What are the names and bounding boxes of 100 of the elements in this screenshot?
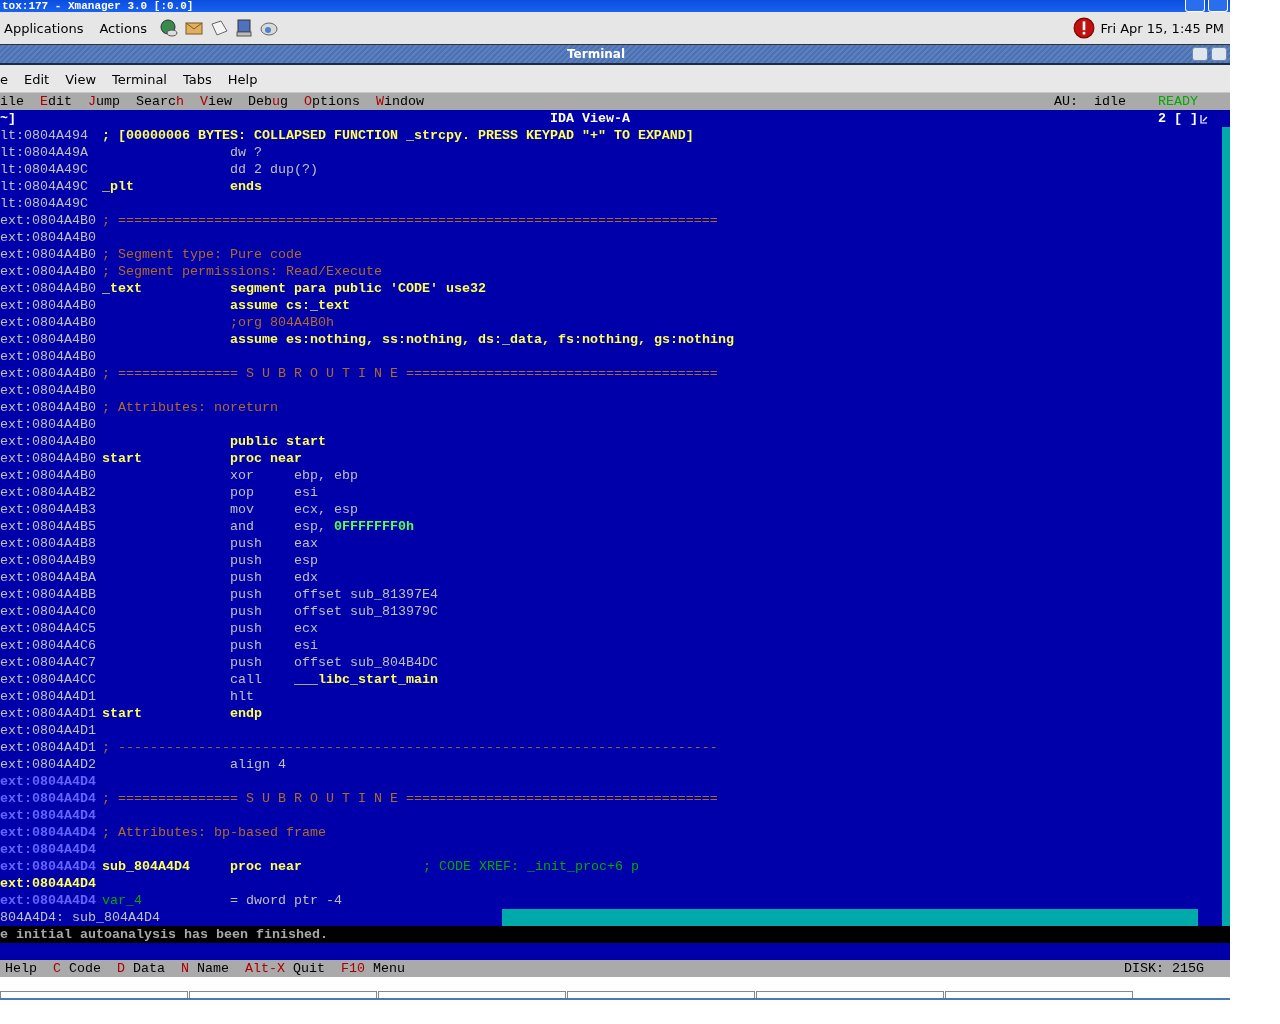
address: ext:0804A4D4 <box>0 790 97 807</box>
code-instruction: mov <box>230 501 255 518</box>
panel-menu[interactable]: Applications <box>0 20 88 36</box>
key-hint[interactable]: Alt-X Quit <box>245 961 325 976</box>
address: ext:0804A4D1 <box>0 739 97 756</box>
taskbar-button[interactable] <box>378 991 566 998</box>
address: ext:0804A4B0 <box>0 348 97 365</box>
code-directive: ends <box>230 178 263 195</box>
address: ext:0804A4BB <box>0 586 97 603</box>
window-close-marker[interactable]: ~] <box>0 111 540 126</box>
address: ext:0804A4D4 <box>0 807 97 824</box>
code-comment: ; =========================================================================== <box>102 212 719 229</box>
code-label: start <box>102 705 143 722</box>
address: ext:0804A4B0 <box>0 246 97 263</box>
taskbar-button[interactable] <box>567 991 755 998</box>
analysis-label: AU: <box>1054 94 1078 109</box>
code-directive: endp <box>230 705 263 722</box>
code-instruction: pop <box>230 484 255 501</box>
address: ext:0804A4C6 <box>0 637 97 654</box>
code-instruction: = dword ptr -4 <box>230 892 343 909</box>
key-hint[interactable]: N Name <box>181 961 229 976</box>
clock[interactable]: Fri Apr 15, 1:45 PM <box>1100 20 1224 36</box>
code-instruction: xor <box>230 467 255 484</box>
address: ext:0804A4D1 <box>0 705 97 722</box>
taskbar-button[interactable] <box>0 991 188 998</box>
resize-icon[interactable] <box>1200 113 1208 124</box>
menu-item[interactable]: Options <box>304 94 360 109</box>
code-instruction: dw ? <box>230 144 263 161</box>
code-instruction: push <box>230 654 263 671</box>
address: lt:0804A49C <box>0 178 89 195</box>
code-directive: proc near <box>230 858 303 875</box>
menu-item[interactable]: Debug <box>248 94 288 109</box>
code-directive: assume cs:_text <box>230 297 351 314</box>
restore-button[interactable] <box>1211 47 1227 61</box>
code-comment: ; --------------------------------------------------------------------------- <box>102 739 719 756</box>
maximize-button[interactable] <box>1208 0 1228 12</box>
code-directive: assume es:nothing, ss:nothing, ds:_data, fs:nothing, gs:nothing <box>230 331 735 348</box>
minimize-button[interactable] <box>1192 47 1208 61</box>
code-comment: ; =============== S U B R O U T I N E ======================================= <box>102 365 719 382</box>
horizontal-scrollbar[interactable] <box>502 909 1198 926</box>
address: ext:0804A4B0 <box>0 263 97 280</box>
code-instruction: hlt <box>230 688 255 705</box>
menu-item[interactable]: Tabs <box>177 72 218 87</box>
code-operand: eax <box>294 535 319 552</box>
globe-icon[interactable] <box>158 18 179 38</box>
menu-item[interactable]: View <box>200 94 232 109</box>
address: ext:0804A4D4 <box>0 841 97 858</box>
code-instruction: push <box>230 569 263 586</box>
address: ext:0804A4D4 <box>0 773 97 790</box>
code-operand: ecx <box>294 620 319 637</box>
menu-item[interactable]: Window <box>376 94 424 109</box>
document-icon[interactable] <box>208 18 229 38</box>
code-instruction: and <box>230 518 255 535</box>
code-label: _plt <box>102 178 135 195</box>
address: lt:0804A49C <box>0 161 89 178</box>
address: ext:0804A4B0 <box>0 433 97 450</box>
address: ext:0804A4B0 <box>0 416 97 433</box>
code-instruction: push <box>230 552 263 569</box>
taskbar-button[interactable] <box>189 991 377 998</box>
address: ext:0804A4B0 <box>0 314 97 331</box>
key-hint[interactable]: F10 Menu <box>341 961 405 976</box>
menu-item[interactable]: Terminal <box>106 72 173 87</box>
key-hint[interactable]: Help <box>5 961 37 976</box>
menu-item[interactable]: Help <box>221 72 264 87</box>
menu-item[interactable]: Search <box>136 94 184 109</box>
menu-item[interactable]: Jump <box>88 94 120 109</box>
taskbar-button[interactable] <box>945 991 1133 998</box>
menu-item[interactable]: ile <box>0 94 24 109</box>
code-operand: offset sub_81397E4 <box>294 586 439 603</box>
address: ext:0804A4B0 <box>0 365 97 382</box>
code-operand: esp, <box>294 518 327 535</box>
code-number: 0FFFFFFF0h <box>334 518 415 535</box>
menu-item[interactable]: Edit <box>40 94 72 109</box>
code-comment: ; =============== S U B R O U T I N E ======================================= <box>102 790 719 807</box>
code-variable: var_4 <box>102 892 143 909</box>
monitor-icon[interactable] <box>233 18 254 38</box>
code-instruction: push <box>230 586 263 603</box>
panel-menu[interactable]: Actions <box>95 20 151 36</box>
menu-item[interactable]: Edit <box>18 72 56 87</box>
code-comment: ; Segment type: Pure code <box>102 246 303 263</box>
address: ext:0804A4D4 <box>0 824 97 841</box>
address: ext:0804A4B0 <box>0 331 97 348</box>
code-comment: ; Segment permissions: Read/Execute <box>102 263 383 280</box>
address: ext:0804A4B2 <box>0 484 97 501</box>
code-operand: ecx, esp <box>294 501 359 518</box>
code-directive: segment para public 'CODE' use32 <box>230 280 487 297</box>
vertical-scrollbar[interactable] <box>1222 127 1230 926</box>
code-instruction: push <box>230 637 263 654</box>
alert-icon[interactable] <box>1072 17 1095 39</box>
window-title: tox:177 - Xmanager 3.0 [:0.0] <box>1 0 194 12</box>
key-hint[interactable]: D Data <box>117 961 165 976</box>
code-operand: esp <box>294 552 319 569</box>
key-hint[interactable]: C Code <box>53 961 101 976</box>
address: ext:0804A4B0 <box>0 399 97 416</box>
taskbar-button[interactable] <box>756 991 944 998</box>
code-instruction: push <box>230 620 263 637</box>
address: ext:0804A4C5 <box>0 620 97 637</box>
address: ext:0804A4CC <box>0 671 97 688</box>
menu-item[interactable]: e <box>0 72 14 87</box>
menu-item[interactable]: View <box>59 72 103 87</box>
